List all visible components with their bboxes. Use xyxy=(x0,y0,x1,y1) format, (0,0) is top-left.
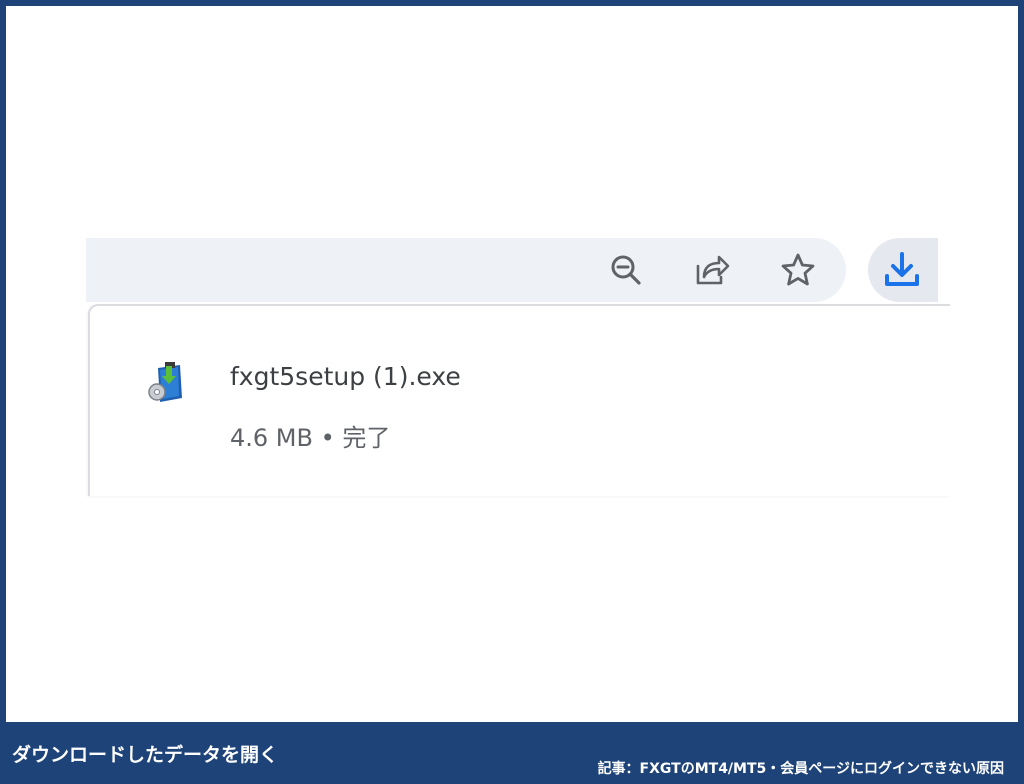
download-file-name: fxgt5setup (1).exe xyxy=(230,362,461,391)
download-status: 4.6 MB • 完了 xyxy=(230,424,391,452)
download-icon xyxy=(885,252,919,286)
caption-title: ダウンロードしたデータを開く xyxy=(12,744,279,766)
screenshot-frame: fxgt5setup (1).exe 4.6 MB • 完了 xyxy=(6,6,1018,722)
installer-package-icon xyxy=(146,360,188,404)
caption-article-link: 記事：FXGTのMT4/MT5・会員ページにログインできない原因 xyxy=(597,761,1004,777)
share-icon[interactable] xyxy=(694,252,730,288)
browser-toolbar xyxy=(86,238,846,302)
star-icon[interactable] xyxy=(780,252,816,288)
download-bubble: fxgt5setup (1).exe 4.6 MB • 完了 xyxy=(88,304,950,496)
zoom-out-icon[interactable] xyxy=(608,252,644,288)
download-button[interactable] xyxy=(868,238,938,302)
